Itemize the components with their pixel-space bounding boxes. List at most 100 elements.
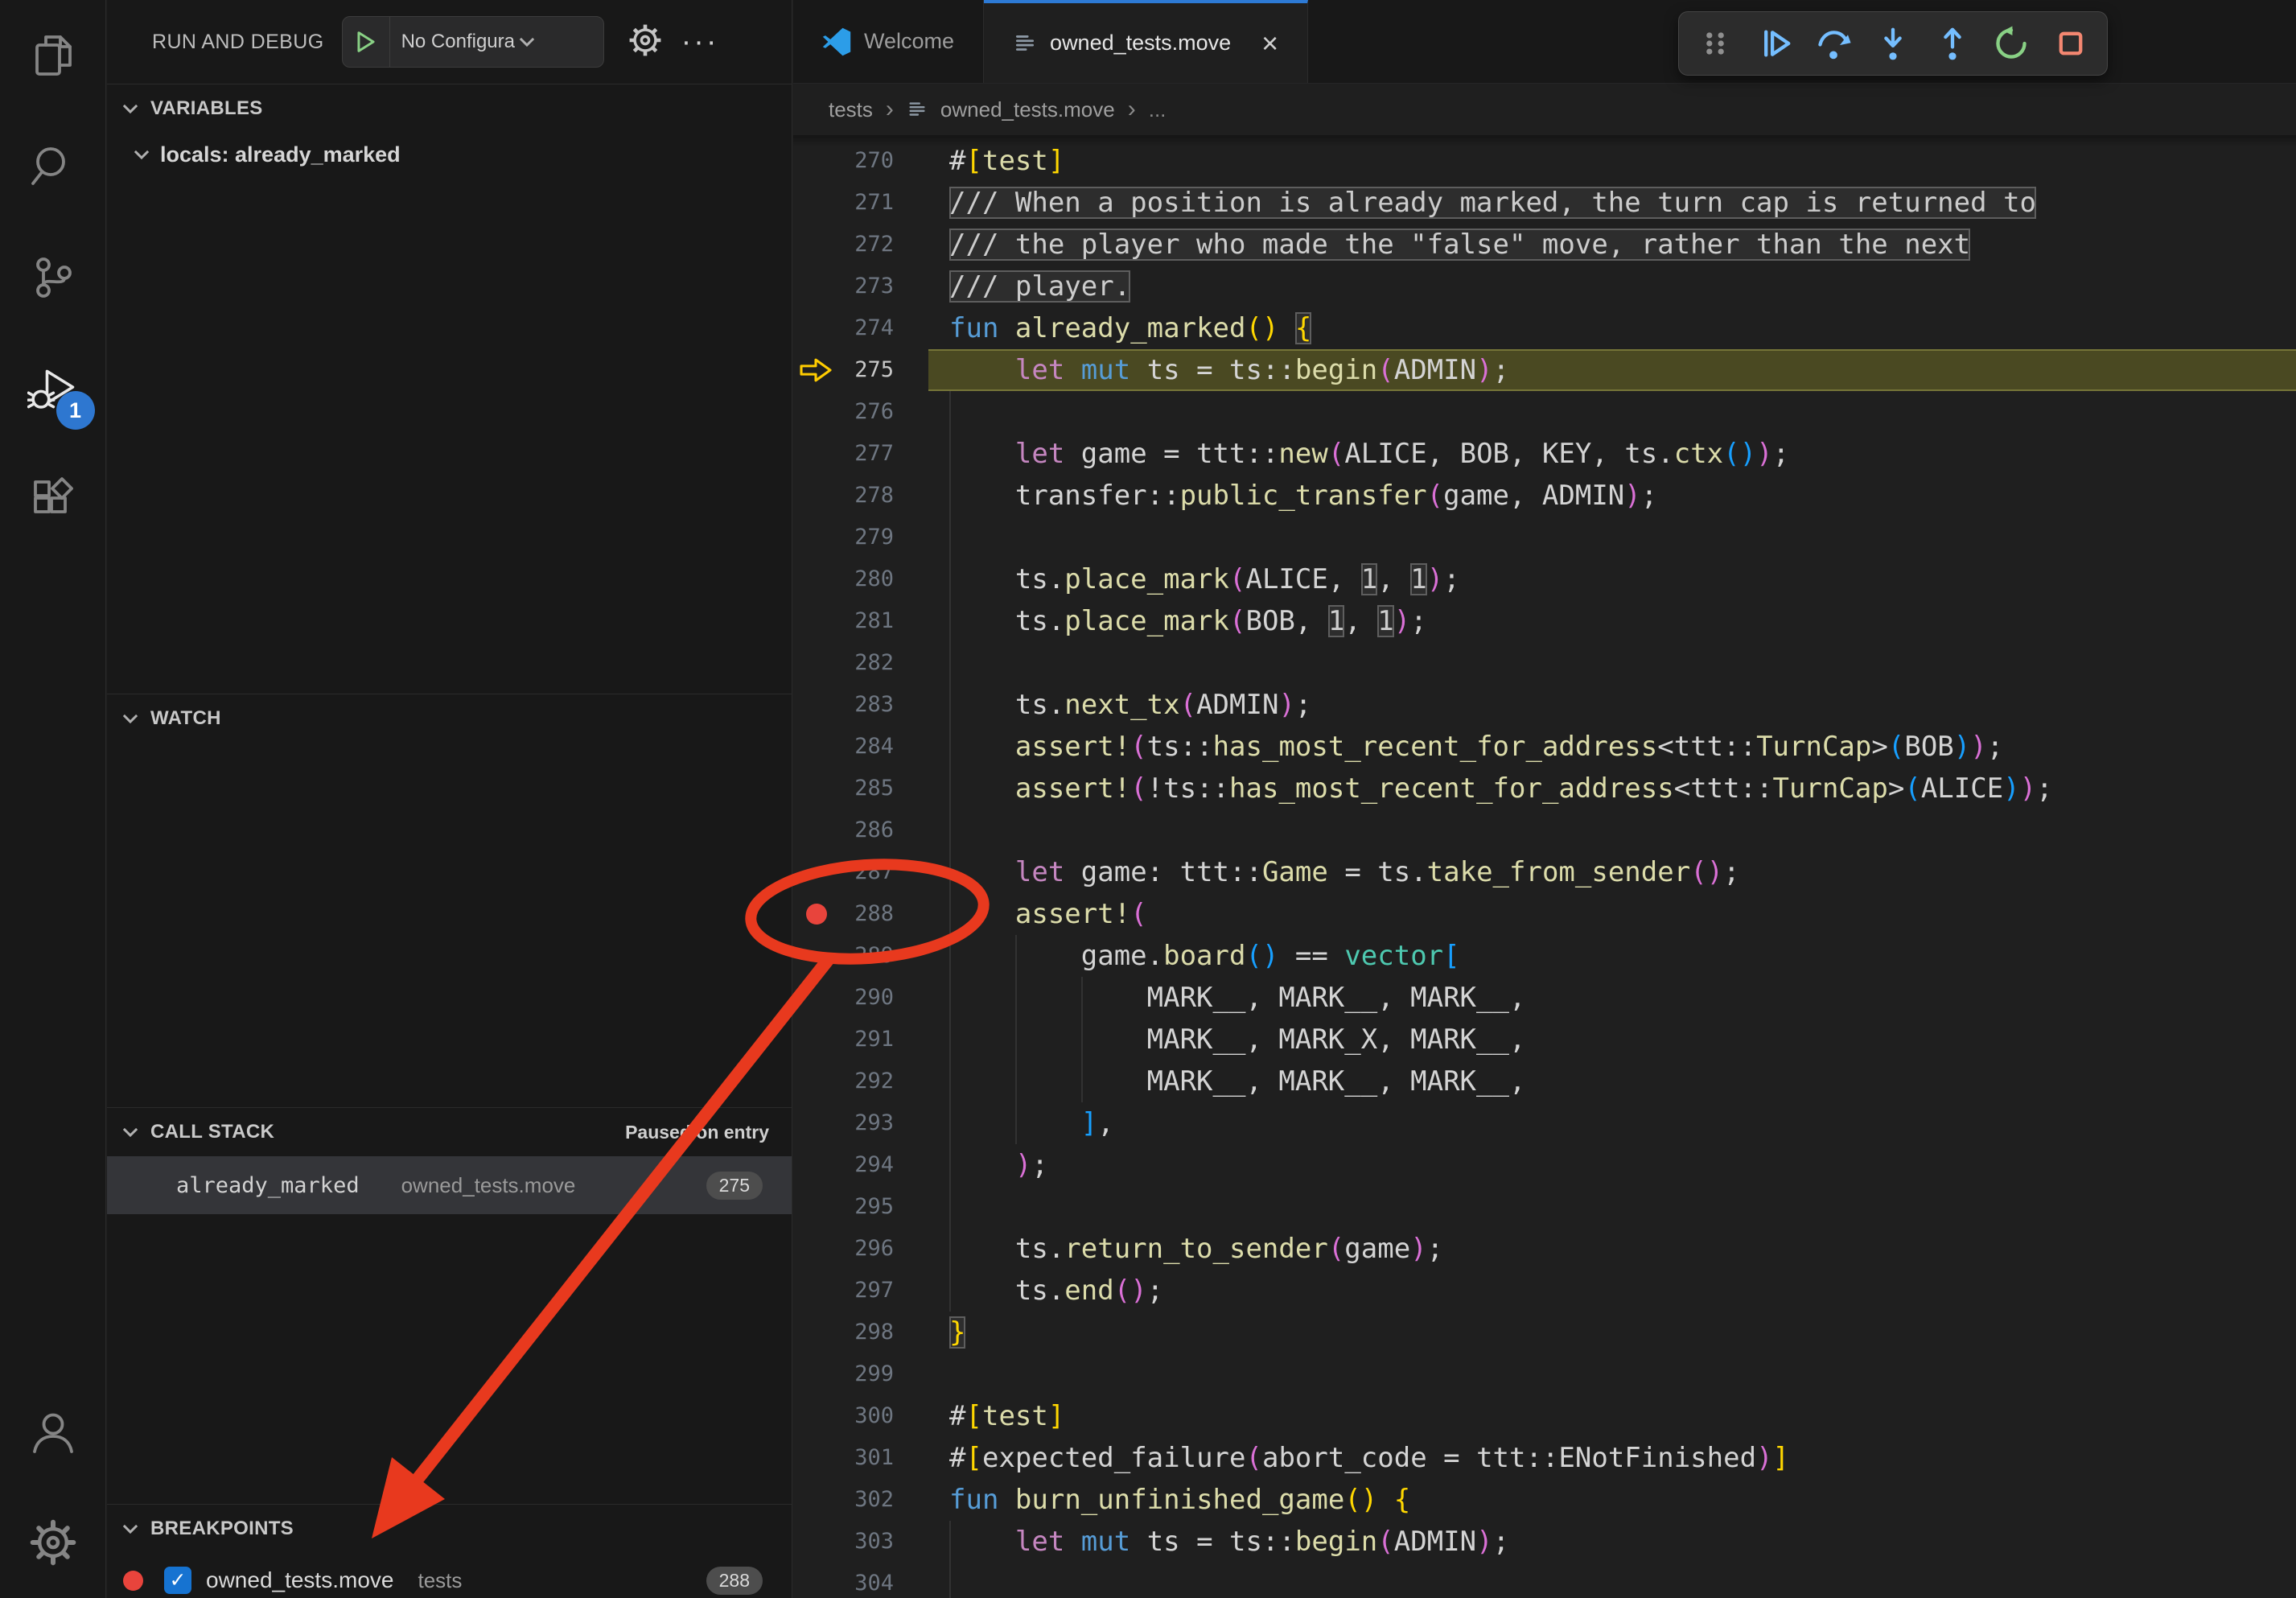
breakpoint-icon[interactable]: [806, 904, 827, 925]
source-control-icon[interactable]: [0, 222, 106, 333]
line-number[interactable]: 289: [793, 935, 894, 977]
line-number[interactable]: 279: [793, 517, 894, 558]
line-number[interactable]: 287: [793, 851, 894, 893]
step-over-button[interactable]: [1810, 20, 1857, 67]
line-number[interactable]: 272: [793, 224, 894, 266]
code-line[interactable]: 289 game.board() == vector[: [793, 935, 2296, 977]
debug-configuration-button[interactable]: No Configura: [342, 16, 604, 68]
line-number[interactable]: 293: [793, 1102, 894, 1144]
line-number[interactable]: 280: [793, 558, 894, 600]
line-number[interactable]: 291: [793, 1019, 894, 1061]
accounts-icon[interactable]: [0, 1376, 106, 1487]
code-line[interactable]: 296 ts.return_to_sender(game);: [793, 1228, 2296, 1270]
step-out-button[interactable]: [1929, 20, 1976, 67]
line-number[interactable]: 295: [793, 1186, 894, 1228]
more-actions-icon[interactable]: ···: [681, 27, 719, 57]
code-line[interactable]: 272/// the player who made the "false" m…: [793, 224, 2296, 266]
code-line[interactable]: 301#[expected_failure(abort_code = ttt::…: [793, 1437, 2296, 1479]
line-number[interactable]: 300: [793, 1395, 894, 1437]
code-line[interactable]: 284 assert!(ts::has_most_recent_for_addr…: [793, 726, 2296, 768]
line-number[interactable]: 281: [793, 600, 894, 642]
tab-owned-tests-move[interactable]: owned_tests.move ×: [984, 0, 1308, 83]
code-line[interactable]: 294 );: [793, 1144, 2296, 1186]
line-number[interactable]: 292: [793, 1061, 894, 1102]
code-line[interactable]: 292 MARK__, MARK__, MARK__,: [793, 1061, 2296, 1102]
search-icon[interactable]: [0, 111, 106, 222]
call-stack-section-header[interactable]: CALL STACK Paused on entry: [107, 1108, 792, 1156]
close-icon[interactable]: ×: [1261, 29, 1278, 58]
code-line[interactable]: 302fun burn_unfinished_game() {: [793, 1479, 2296, 1521]
code-line[interactable]: 274fun already_marked() {: [793, 307, 2296, 349]
configuration-label[interactable]: No Configura: [401, 31, 515, 53]
breakpoint-list-item[interactable]: ✓ owned_tests.move tests 288: [107, 1558, 792, 1598]
drag-handle[interactable]: [1692, 20, 1738, 67]
code-line[interactable]: 275 let mut ts = ts::begin(ADMIN);: [793, 349, 2296, 391]
code-line[interactable]: 288 assert!(: [793, 893, 2296, 935]
code-line[interactable]: 278 transfer::public_transfer(game, ADMI…: [793, 475, 2296, 517]
code-line[interactable]: 291 MARK__, MARK_X, MARK__,: [793, 1019, 2296, 1061]
code-area[interactable]: 270#[test]271/// When a position is alre…: [793, 135, 2296, 1598]
watch-section-header[interactable]: WATCH: [107, 694, 792, 743]
line-number[interactable]: 303: [793, 1521, 894, 1563]
chevron-down-icon[interactable]: [516, 31, 537, 52]
breadcrumb-item-file[interactable]: owned_tests.move: [940, 97, 1115, 122]
code-line[interactable]: 285 assert!(!ts::has_most_recent_for_add…: [793, 768, 2296, 809]
line-number[interactable]: 283: [793, 684, 894, 726]
breakpoint-checkbox[interactable]: ✓: [164, 1567, 191, 1594]
line-number[interactable]: 273: [793, 266, 894, 307]
variables-section-header[interactable]: VARIABLES: [107, 84, 792, 133]
line-number[interactable]: 286: [793, 809, 894, 851]
code-line[interactable]: 280 ts.place_mark(ALICE, 1, 1);: [793, 558, 2296, 600]
run-and-debug-icon[interactable]: 1: [0, 333, 106, 444]
line-number[interactable]: 299: [793, 1353, 894, 1395]
line-number[interactable]: 271: [793, 182, 894, 224]
code-line[interactable]: 286: [793, 809, 2296, 851]
line-number[interactable]: 285: [793, 768, 894, 809]
settings-gear-icon[interactable]: [0, 1487, 106, 1598]
code-line[interactable]: 297 ts.end();: [793, 1270, 2296, 1312]
start-debug-icon[interactable]: [343, 28, 389, 56]
explorer-icon[interactable]: [0, 0, 106, 111]
line-number[interactable]: 277: [793, 433, 894, 475]
line-number[interactable]: 278: [793, 475, 894, 517]
code-line[interactable]: 282: [793, 642, 2296, 684]
breadcrumb-item-symbol[interactable]: ...: [1149, 97, 1167, 122]
line-number[interactable]: 296: [793, 1228, 894, 1270]
breakpoints-section-header[interactable]: BREAKPOINTS: [107, 1505, 792, 1553]
line-number[interactable]: 274: [793, 307, 894, 349]
code-line[interactable]: 293 ],: [793, 1102, 2296, 1144]
line-number[interactable]: 297: [793, 1270, 894, 1312]
line-number[interactable]: 284: [793, 726, 894, 768]
line-number[interactable]: 302: [793, 1479, 894, 1521]
line-number[interactable]: 301: [793, 1437, 894, 1479]
code-line[interactable]: 287 let game: ttt::Game = ts.take_from_s…: [793, 851, 2296, 893]
code-line[interactable]: 281 ts.place_mark(BOB, 1, 1);: [793, 600, 2296, 642]
code-line[interactable]: 271/// When a position is already marked…: [793, 182, 2296, 224]
code-line[interactable]: 304: [793, 1563, 2296, 1598]
code-line[interactable]: 277 let game = ttt::new(ALICE, BOB, KEY,…: [793, 433, 2296, 475]
code-line[interactable]: 276: [793, 391, 2296, 433]
line-number[interactable]: 282: [793, 642, 894, 684]
call-stack-frame[interactable]: already_marked owned_tests.move 275: [107, 1156, 792, 1214]
stop-button[interactable]: [2047, 20, 2094, 67]
line-number[interactable]: 298: [793, 1312, 894, 1353]
restart-button[interactable]: [1988, 20, 2035, 67]
extensions-icon[interactable]: [0, 444, 106, 555]
line-number[interactable]: 304: [793, 1563, 894, 1598]
code-line[interactable]: 300#[test]: [793, 1395, 2296, 1437]
line-number[interactable]: 294: [793, 1144, 894, 1186]
variables-scope-row[interactable]: locals: already_marked: [131, 133, 792, 176]
code-line[interactable]: 283 ts.next_tx(ADMIN);: [793, 684, 2296, 726]
line-number[interactable]: 276: [793, 391, 894, 433]
code-line[interactable]: 279: [793, 517, 2296, 558]
continue-button[interactable]: [1751, 20, 1798, 67]
code-line[interactable]: 298}: [793, 1312, 2296, 1353]
line-number[interactable]: 290: [793, 977, 894, 1019]
code-line[interactable]: 290 MARK__, MARK__, MARK__,: [793, 977, 2296, 1019]
code-line[interactable]: 273/// player.: [793, 266, 2296, 307]
code-line[interactable]: 303 let mut ts = ts::begin(ADMIN);: [793, 1521, 2296, 1563]
step-into-button[interactable]: [1870, 20, 1916, 67]
gear-icon[interactable]: [627, 22, 664, 63]
code-line[interactable]: 295: [793, 1186, 2296, 1228]
breadcrumb-item-tests[interactable]: tests: [829, 97, 873, 122]
